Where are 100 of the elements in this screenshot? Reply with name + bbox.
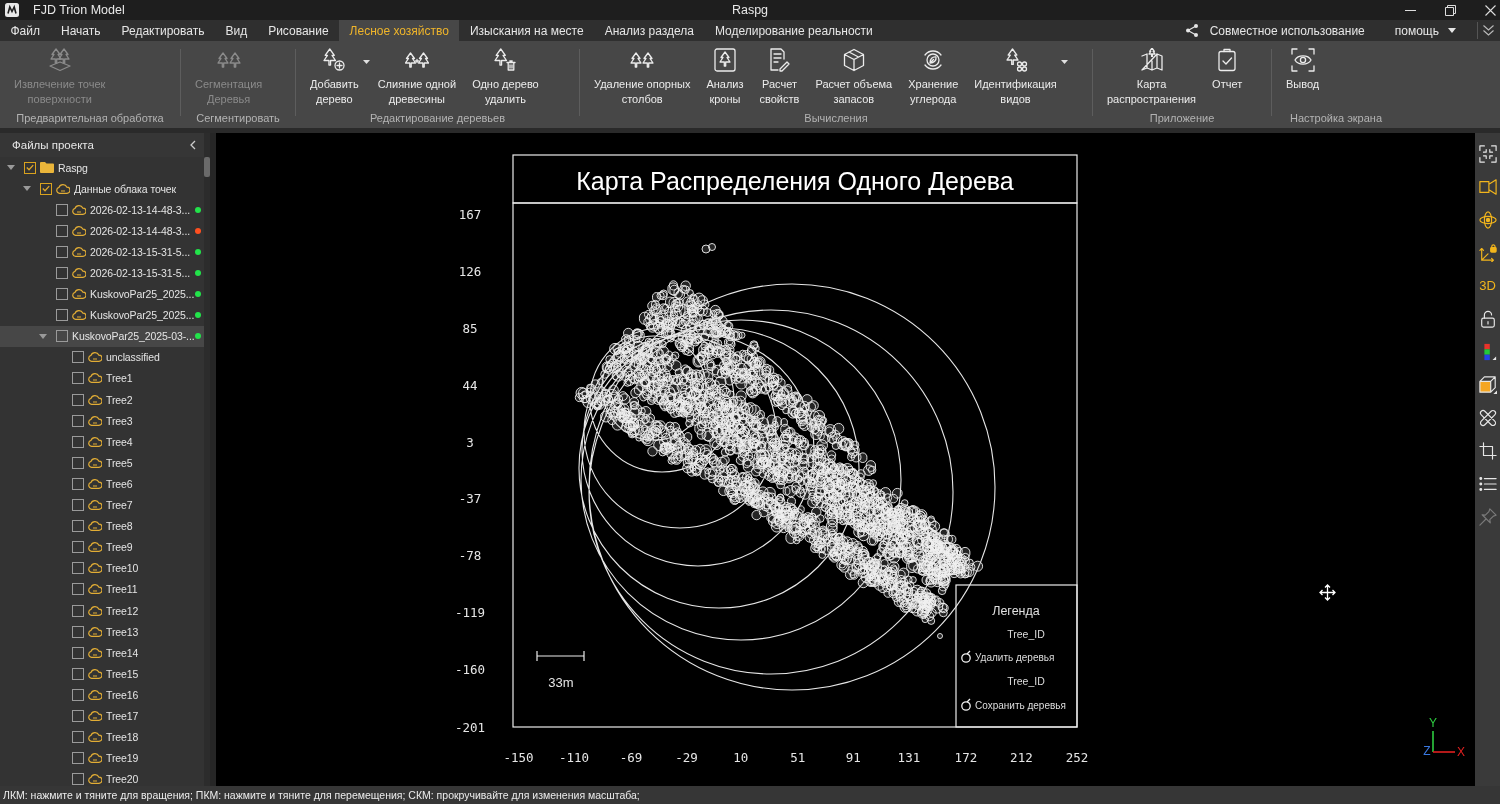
- menu-tab[interactable]: Моделирование реальности: [704, 20, 884, 41]
- menu-tab[interactable]: Файл: [0, 20, 51, 41]
- scrollbar-thumb[interactable]: [204, 157, 210, 177]
- expand-arrow-icon[interactable]: [23, 186, 31, 192]
- tree-item[interactable]: Tree20: [0, 768, 204, 786]
- cube-icon[interactable]: [1478, 375, 1497, 394]
- checkbox[interactable]: [72, 773, 84, 786]
- checkbox[interactable]: [72, 604, 84, 617]
- ribbon-button[interactable]: Идентификация видов: [966, 48, 1065, 107]
- menu-tab[interactable]: Изыскания на месте: [459, 20, 595, 41]
- menu-tab[interactable]: Рисование: [257, 20, 340, 41]
- tree-item[interactable]: Данные облака точек: [0, 178, 204, 200]
- tree-item[interactable]: Tree1: [0, 367, 204, 390]
- checkbox[interactable]: [56, 288, 68, 301]
- checkbox[interactable]: [72, 477, 84, 490]
- help-menu-button[interactable]: помощь: [1394, 20, 1456, 41]
- tree-item[interactable]: Tree3: [0, 410, 204, 432]
- tree-item[interactable]: 2026-02-13-15-31-5...: [0, 262, 204, 284]
- checkbox[interactable]: [72, 499, 84, 512]
- tree-item[interactable]: Tree11: [0, 578, 204, 600]
- checkbox[interactable]: [72, 351, 84, 364]
- checkbox[interactable]: [72, 625, 84, 638]
- menu-tab[interactable]: Лесное хозяйство: [339, 20, 460, 41]
- checkbox[interactable]: [72, 731, 84, 744]
- checkbox[interactable]: [72, 688, 84, 701]
- tree-item[interactable]: Tree2: [0, 389, 204, 411]
- menu-tab[interactable]: Начать: [50, 20, 111, 41]
- tree-item[interactable]: Raspg: [0, 157, 204, 179]
- open-padlock-icon[interactable]: [1478, 309, 1497, 328]
- checkbox[interactable]: [56, 309, 68, 322]
- ribbon-button[interactable]: Анализ кроны: [698, 48, 752, 107]
- 3d-view-button[interactable]: 3D: [1479, 278, 1496, 293]
- checkbox[interactable]: [40, 182, 52, 195]
- checkbox[interactable]: [56, 203, 68, 216]
- menu-tab[interactable]: Редактировать: [111, 20, 215, 41]
- tree-item[interactable]: KuskovoPar25_2025-03-...: [0, 325, 204, 347]
- tree-item[interactable]: Tree8: [0, 515, 204, 537]
- menu-tab[interactable]: Вид: [214, 20, 258, 41]
- tree-item[interactable]: Tree14: [0, 642, 204, 664]
- checkbox[interactable]: [24, 161, 36, 174]
- tree-item[interactable]: Tree12: [0, 599, 204, 622]
- tree-item[interactable]: KuskovoPar25_2025...: [0, 304, 204, 326]
- crop-icon[interactable]: [1478, 441, 1497, 460]
- checkbox[interactable]: [72, 646, 84, 659]
- checkbox[interactable]: [72, 435, 84, 448]
- ribbon-button[interactable]: Расчет объема запасов: [807, 48, 901, 107]
- collapse-icon[interactable]: [190, 140, 196, 150]
- checkbox[interactable]: [56, 330, 68, 343]
- checkbox[interactable]: [56, 267, 68, 279]
- ribbon-button[interactable]: Удаление опорных столбов: [586, 48, 699, 107]
- caret-icon[interactable]: [1060, 60, 1068, 64]
- checkbox[interactable]: [56, 245, 68, 258]
- checkbox[interactable]: [72, 752, 84, 765]
- caret-icon[interactable]: [362, 60, 370, 64]
- tree-item[interactable]: unclassified: [0, 346, 204, 368]
- tree-item[interactable]: Tree10: [0, 557, 204, 579]
- axis-lock-icon[interactable]: [1478, 243, 1497, 262]
- camera-icon[interactable]: [1478, 177, 1497, 196]
- tree-item[interactable]: Tree19: [0, 747, 204, 769]
- list-icon[interactable]: [1478, 474, 1497, 493]
- tree-item[interactable]: Tree4: [0, 431, 204, 453]
- checkbox[interactable]: [72, 414, 84, 427]
- double-chevron-icon[interactable]: [1483, 25, 1494, 36]
- expand-arrow-icon[interactable]: [7, 165, 15, 171]
- checkbox[interactable]: [72, 667, 84, 680]
- ribbon-button[interactable]: Слияние одной древесины: [369, 48, 465, 107]
- tree-item[interactable]: Tree15: [0, 663, 204, 685]
- expand-arrow-icon[interactable]: [39, 333, 47, 339]
- checkbox[interactable]: [72, 583, 84, 596]
- ribbon-button[interactable]: Вывод: [1278, 48, 1328, 92]
- fit-view-icon[interactable]: [1478, 144, 1497, 163]
- ribbon-button[interactable]: Добавить дерево: [302, 48, 367, 107]
- tree-item[interactable]: Tree17: [0, 705, 204, 727]
- checkbox[interactable]: [72, 372, 84, 385]
- tree-item[interactable]: Tree16: [0, 684, 204, 706]
- tree-item[interactable]: Tree18: [0, 726, 204, 748]
- tree-item[interactable]: Tree7: [0, 494, 204, 516]
- ribbon-button[interactable]: Расчет свойств: [751, 48, 808, 107]
- checkbox[interactable]: [72, 456, 84, 469]
- checkbox[interactable]: [72, 710, 84, 722]
- ribbon-button[interactable]: Карта распространения: [1099, 48, 1205, 107]
- ribbon-button[interactable]: Хранение углерода: [900, 48, 967, 107]
- tree-item[interactable]: KuskovoPar25_2025...: [0, 283, 204, 305]
- tree-item[interactable]: Tree5: [0, 452, 204, 474]
- checkbox[interactable]: [72, 520, 84, 533]
- ribbon-button[interactable]: Отчет: [1204, 48, 1251, 92]
- orbit-icon[interactable]: [1478, 210, 1497, 229]
- checkbox[interactable]: [72, 562, 84, 575]
- ribbon-button[interactable]: Одно дерево удалить: [464, 48, 547, 107]
- tree-item[interactable]: Tree6: [0, 473, 204, 495]
- checkbox[interactable]: [72, 541, 84, 554]
- tree-item[interactable]: 2026-02-13-14-48-3...: [0, 199, 204, 221]
- tree-item[interactable]: Tree9: [0, 536, 204, 558]
- bandage-icon[interactable]: [1478, 408, 1497, 427]
- tree-item[interactable]: Tree13: [0, 621, 204, 643]
- share-button[interactable]: Совместное использование: [1185, 20, 1365, 41]
- checkbox[interactable]: [56, 224, 68, 237]
- checkbox[interactable]: [72, 393, 84, 406]
- menu-tab[interactable]: Анализ раздела: [594, 20, 705, 41]
- tree-item[interactable]: 2026-02-13-14-48-3...: [0, 220, 204, 242]
